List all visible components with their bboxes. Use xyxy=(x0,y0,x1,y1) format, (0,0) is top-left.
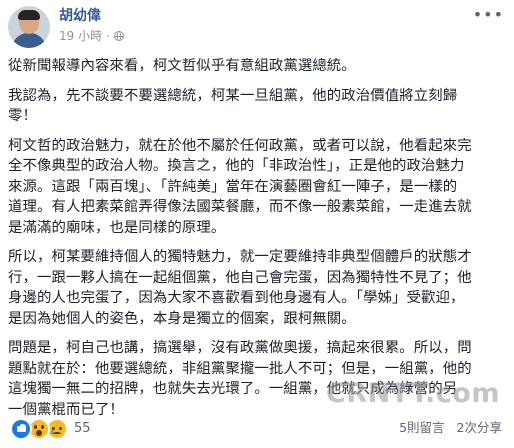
post-stats: 5則留言 2次分享 xyxy=(399,420,502,436)
separator-dot: · xyxy=(106,29,110,43)
author-name[interactable]: 胡幼偉 xyxy=(59,6,124,26)
more-options-icon[interactable]: ••• xyxy=(473,7,504,23)
avatar-shirt xyxy=(12,33,46,48)
post-paragraph-2: 我認為，先不談要不要選總統，柯某一旦組黨，他的政治價值將立刻歸 零！ xyxy=(8,87,458,125)
wow-eye-left xyxy=(34,425,37,429)
post-footer: 55 5則留言 2次分享 xyxy=(0,414,514,442)
post-meta: 胡幼偉 19 小時 · xyxy=(59,6,124,44)
sad-mouth xyxy=(53,432,61,436)
globe-icon[interactable] xyxy=(113,31,124,41)
wow-mouth xyxy=(36,430,42,436)
sad-eye-right xyxy=(59,427,62,430)
reaction-count[interactable]: 55 xyxy=(74,419,91,439)
post-paragraph-3: 柯文哲的政治魅力，就在於他不屬於任何政黨，或者可以說，他看起來完 全不像典型的政… xyxy=(8,137,472,236)
post-body: 從新聞報導內容來看，柯文哲似乎有意組政黨選總統。 我認為，先不談要不要選總統，柯… xyxy=(8,56,508,429)
wow-eye-right xyxy=(41,425,44,429)
post-paragraph-1: 從新聞報導內容來看，柯文哲似乎有意組政黨選總統。 xyxy=(8,58,356,74)
like-icon xyxy=(10,418,32,440)
reactions-summary[interactable]: 55 xyxy=(10,418,91,440)
comments-count[interactable]: 5則留言 xyxy=(399,420,444,435)
shares-count[interactable]: 2次分享 xyxy=(457,420,502,435)
post-header: 胡幼偉 19 小時 · xyxy=(8,6,124,48)
post-time-row: 19 小時 · xyxy=(59,28,124,44)
avatar-hair xyxy=(18,10,40,20)
post-paragraph-4: 所以，柯某要維持個人的獨特魅力，就一定要維持非典型個體戶的狀態才 行，一跟一夥人… xyxy=(8,249,472,327)
facebook-post-card: 胡幼偉 19 小時 · ••• 從新聞報導內容來看，柯文哲似乎有意組政黨選總統。… xyxy=(0,0,514,448)
author-avatar[interactable] xyxy=(8,6,50,48)
post-paragraph-5: 問題是，柯自己也講，搞選舉，沒有政黨做奧援，搞起來很累。所以，問 題點就在於：他… xyxy=(8,340,472,418)
post-timestamp[interactable]: 19 小時 xyxy=(59,28,102,44)
